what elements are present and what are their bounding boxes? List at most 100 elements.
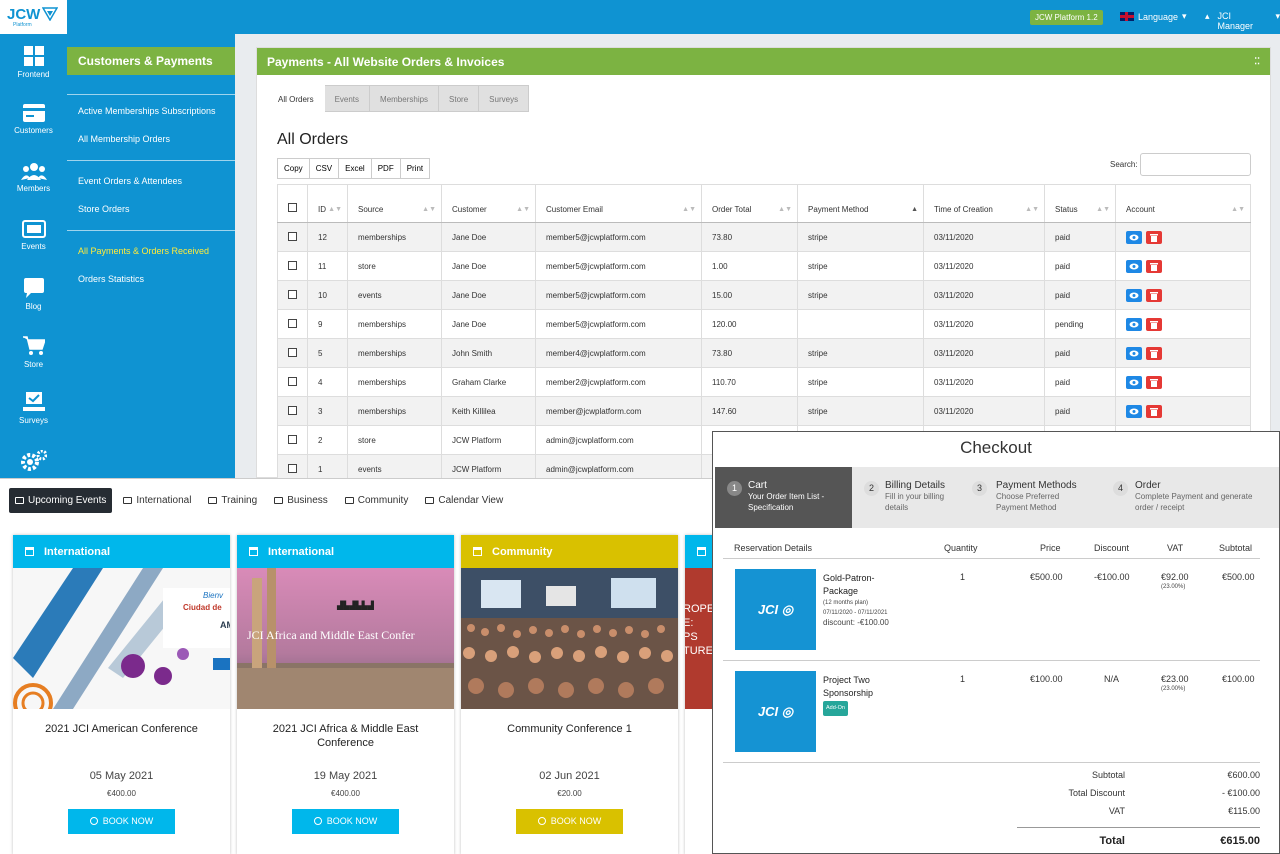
- table-row[interactable]: 12 memberships Jane Doe member5@jcwplatform…: [277, 222, 1251, 252]
- tab-memberships[interactable]: Memberships: [370, 85, 440, 112]
- logo[interactable]: JCW Platform: [0, 0, 67, 34]
- table-row[interactable]: 9 memberships Jane Doe member5@jcwplatform.…: [277, 309, 1251, 339]
- book-now-button[interactable]: BOOK NOW: [516, 809, 623, 834]
- column-header[interactable]: Source ▲▼: [347, 184, 442, 223]
- row-checkbox[interactable]: [288, 347, 297, 357]
- column-header[interactable]: Account ▲▼: [1115, 184, 1251, 223]
- select-all-header[interactable]: [277, 184, 308, 223]
- tab-training[interactable]: Training: [202, 488, 263, 513]
- tab-international[interactable]: International: [117, 488, 197, 513]
- row-checkbox[interactable]: [288, 405, 297, 415]
- tab-upcoming-events[interactable]: Upcoming Events: [9, 488, 113, 513]
- copy-button[interactable]: Copy: [277, 158, 310, 179]
- nav-blog[interactable]: Blog: [0, 278, 67, 311]
- event-card[interactable]: International ▟▙▟▙▙▟ JCI Africa and Midd…: [237, 535, 454, 854]
- drag-handle-icon[interactable]: ⁚⁚: [1254, 56, 1260, 67]
- cell-status: pending: [1044, 309, 1116, 339]
- subtotal-row: Subtotal €600.00: [1013, 770, 1260, 788]
- nav-settings[interactable]: [0, 450, 67, 476]
- event-card[interactable]: International Bienv Ciudad de AME 2021 J…: [13, 535, 230, 854]
- row-select-cell: [277, 396, 308, 426]
- tab-events[interactable]: Events: [324, 85, 371, 112]
- tab-calendar-view[interactable]: Calendar View: [419, 488, 509, 513]
- row-checkbox[interactable]: [288, 434, 297, 444]
- cell-method: stripe: [797, 280, 924, 310]
- delete-button[interactable]: [1146, 404, 1162, 418]
- row-checkbox[interactable]: [288, 376, 297, 386]
- csv-button[interactable]: CSV: [308, 158, 340, 179]
- table-row[interactable]: 4 memberships Graham Clarke member2@jcwplat…: [277, 367, 1251, 397]
- link-store-orders[interactable]: Store Orders: [78, 204, 130, 214]
- table-row[interactable]: 3 memberships Keith Killilea member@jcwplat…: [277, 396, 1251, 426]
- user-menu[interactable]: ▴ JCI Manager ▾: [1205, 11, 1280, 31]
- tab-all-orders[interactable]: All Orders: [267, 85, 325, 112]
- row-select-cell: [277, 425, 308, 455]
- delete-button[interactable]: [1146, 230, 1162, 244]
- search-input[interactable]: [1140, 153, 1251, 176]
- item-plan: (12 months plan): [823, 600, 869, 606]
- step-number: 3: [972, 481, 987, 496]
- print-button[interactable]: Print: [399, 158, 431, 179]
- tab-community[interactable]: Community: [339, 488, 415, 513]
- column-header[interactable]: Customer ▲▼: [441, 184, 536, 223]
- pdf-button[interactable]: PDF: [370, 158, 401, 179]
- link-event-orders[interactable]: Event Orders & Attendees: [78, 176, 182, 186]
- event-card[interactable]: ROPE E: PS TURE: [685, 535, 712, 854]
- row-checkbox[interactable]: [288, 463, 297, 473]
- row-checkbox[interactable]: [288, 289, 297, 299]
- column-header[interactable]: Time of Creation ▲▼: [923, 184, 1045, 223]
- table-row[interactable]: 5 memberships John Smith member4@jcwplatfor…: [277, 338, 1251, 368]
- delete-button[interactable]: [1146, 259, 1162, 273]
- nav-members[interactable]: Members: [0, 162, 67, 193]
- event-card[interactable]: Community Community Conference 1 02 Jun …: [461, 535, 678, 854]
- nav-frontend[interactable]: Frontend: [0, 46, 67, 79]
- checkbox[interactable]: [288, 203, 297, 212]
- row-checkbox[interactable]: [288, 318, 297, 328]
- discount-value: - €100.00: [1221, 788, 1260, 798]
- nav-events[interactable]: Events: [0, 220, 67, 251]
- view-button[interactable]: [1126, 259, 1142, 273]
- column-header[interactable]: Status ▲▼: [1044, 184, 1116, 223]
- delete-button[interactable]: [1146, 317, 1162, 331]
- delete-button[interactable]: [1146, 288, 1162, 302]
- table-row[interactable]: 10 events Jane Doe member5@jcwplatform.com 1…: [277, 280, 1251, 310]
- step-billing-details[interactable]: 2 Billing Details Fill in your billing d…: [852, 467, 960, 528]
- book-now-button[interactable]: BOOK NOW: [68, 809, 175, 834]
- link-membership-orders[interactable]: All Membership Orders: [78, 134, 170, 144]
- nav-store[interactable]: Store: [0, 336, 67, 369]
- delete-button[interactable]: [1146, 346, 1162, 360]
- step-order[interactable]: 4 Order Complete Payment and generate or…: [1101, 467, 1279, 528]
- language-menu[interactable]: Language ▾: [1120, 11, 1187, 22]
- nav-surveys[interactable]: Surveys: [0, 392, 67, 425]
- view-button[interactable]: [1126, 346, 1142, 360]
- table-row[interactable]: 11 store Jane Doe member5@jcwplatform.com 1.…: [277, 251, 1251, 281]
- tab-business[interactable]: Business: [268, 488, 334, 513]
- ticket-icon: [208, 497, 218, 504]
- view-button[interactable]: [1126, 404, 1142, 418]
- row-select-cell: [277, 280, 308, 310]
- link-active-memberships[interactable]: Active Memberships Subscriptions: [78, 106, 216, 116]
- column-header[interactable]: ID ▲▼: [307, 184, 348, 223]
- excel-button[interactable]: Excel: [338, 158, 372, 179]
- row-checkbox[interactable]: [288, 231, 297, 241]
- step-cart[interactable]: 1 Cart Your Order Item List - Specificat…: [715, 467, 852, 528]
- book-now-button[interactable]: BOOK NOW: [292, 809, 399, 834]
- column-header[interactable]: Order Total ▲▼: [701, 184, 798, 223]
- step-payment-methods[interactable]: 3 Payment Methods Choose Preferred Payme…: [960, 467, 1101, 528]
- view-button[interactable]: [1126, 288, 1142, 302]
- tab-store[interactable]: Store: [439, 85, 480, 112]
- divider: [67, 160, 235, 161]
- view-button[interactable]: [1126, 317, 1142, 331]
- link-all-payments[interactable]: All Payments & Orders Received: [78, 246, 209, 256]
- delete-button[interactable]: [1146, 375, 1162, 389]
- gears-icon: [20, 450, 47, 471]
- link-orders-statistics[interactable]: Orders Statistics: [78, 274, 144, 284]
- row-checkbox[interactable]: [288, 260, 297, 270]
- nav-customers[interactable]: Customers: [0, 104, 67, 135]
- svg-text:Bienv: Bienv: [203, 591, 224, 600]
- view-button[interactable]: [1126, 375, 1142, 389]
- column-header[interactable]: Customer Email ▲▼: [535, 184, 702, 223]
- view-button[interactable]: [1126, 230, 1142, 244]
- tab-surveys[interactable]: Surveys: [479, 85, 530, 112]
- column-header[interactable]: Payment Method ▲: [797, 184, 924, 223]
